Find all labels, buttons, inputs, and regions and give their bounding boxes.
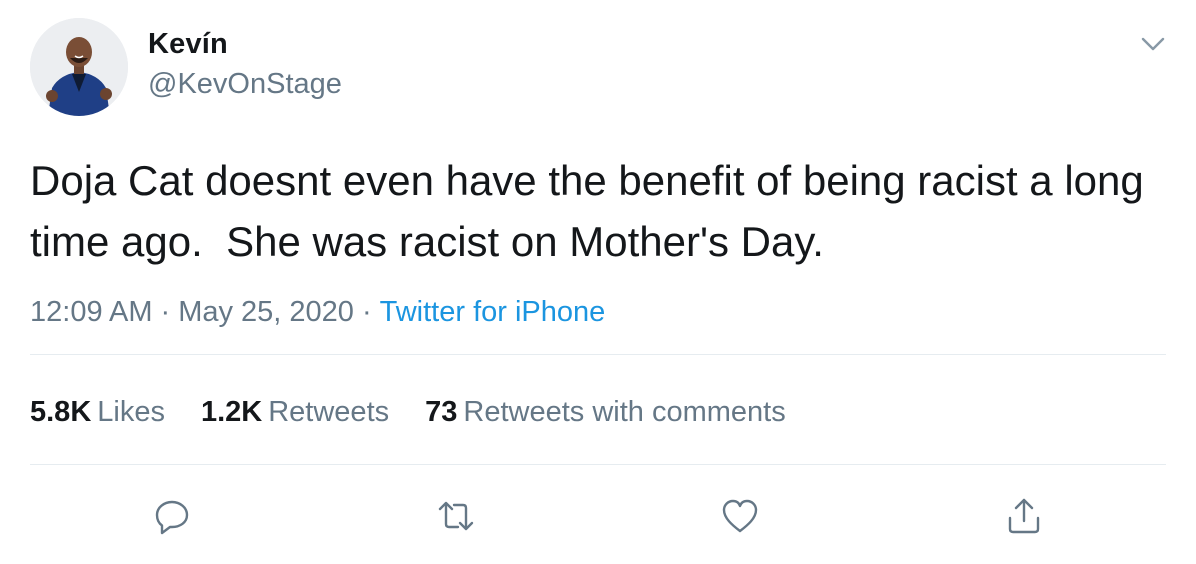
likes-label: Likes (97, 396, 165, 428)
avatar[interactable] (30, 18, 128, 116)
quote-tweets-count: 73 (425, 396, 458, 428)
quote-tweets-stat[interactable]: 73 Retweets with comments (425, 396, 786, 429)
chevron-down-icon[interactable] (1138, 32, 1168, 56)
like-button[interactable] (718, 494, 762, 538)
tweet-date[interactable]: May 25, 2020 (178, 296, 354, 328)
meta-separator: · (361, 296, 372, 328)
tweet-card: Kevín @KevOnStage Doja Cat doesnt even h… (0, 0, 1196, 564)
divider (30, 354, 1166, 355)
author-handle[interactable]: @KevOnStage (148, 68, 342, 101)
heart-icon (720, 496, 760, 536)
quote-tweets-label: Retweets with comments (463, 396, 786, 428)
author-display-name[interactable]: Kevín (148, 28, 228, 61)
tweet-stats: 5.8K Likes 1.2K Retweets 73 Retweets with com… (30, 396, 822, 429)
reply-icon (152, 496, 192, 536)
retweet-icon (436, 496, 476, 536)
likes-count: 5.8K (30, 396, 92, 428)
tweet-text: Doja Cat doesnt even have the benefit of… (30, 157, 1156, 265)
share-button[interactable] (1002, 494, 1046, 538)
retweets-stat[interactable]: 1.2K Retweets (201, 396, 389, 429)
tweet-source-link[interactable]: Twitter for iPhone (380, 296, 606, 328)
share-icon (1004, 496, 1044, 536)
meta-separator: · (160, 296, 171, 328)
retweets-label: Retweets (268, 396, 390, 428)
retweet-button[interactable] (434, 494, 478, 538)
reply-button[interactable] (150, 494, 194, 538)
likes-stat[interactable]: 5.8K Likes (30, 396, 165, 429)
retweets-count: 1.2K (200, 396, 263, 428)
tweet-meta: 12:09 AM · May 25, 2020 · Twitter for iPhone (30, 296, 605, 329)
divider (30, 464, 1166, 465)
tweet-time[interactable]: 12:09 AM (30, 296, 153, 328)
